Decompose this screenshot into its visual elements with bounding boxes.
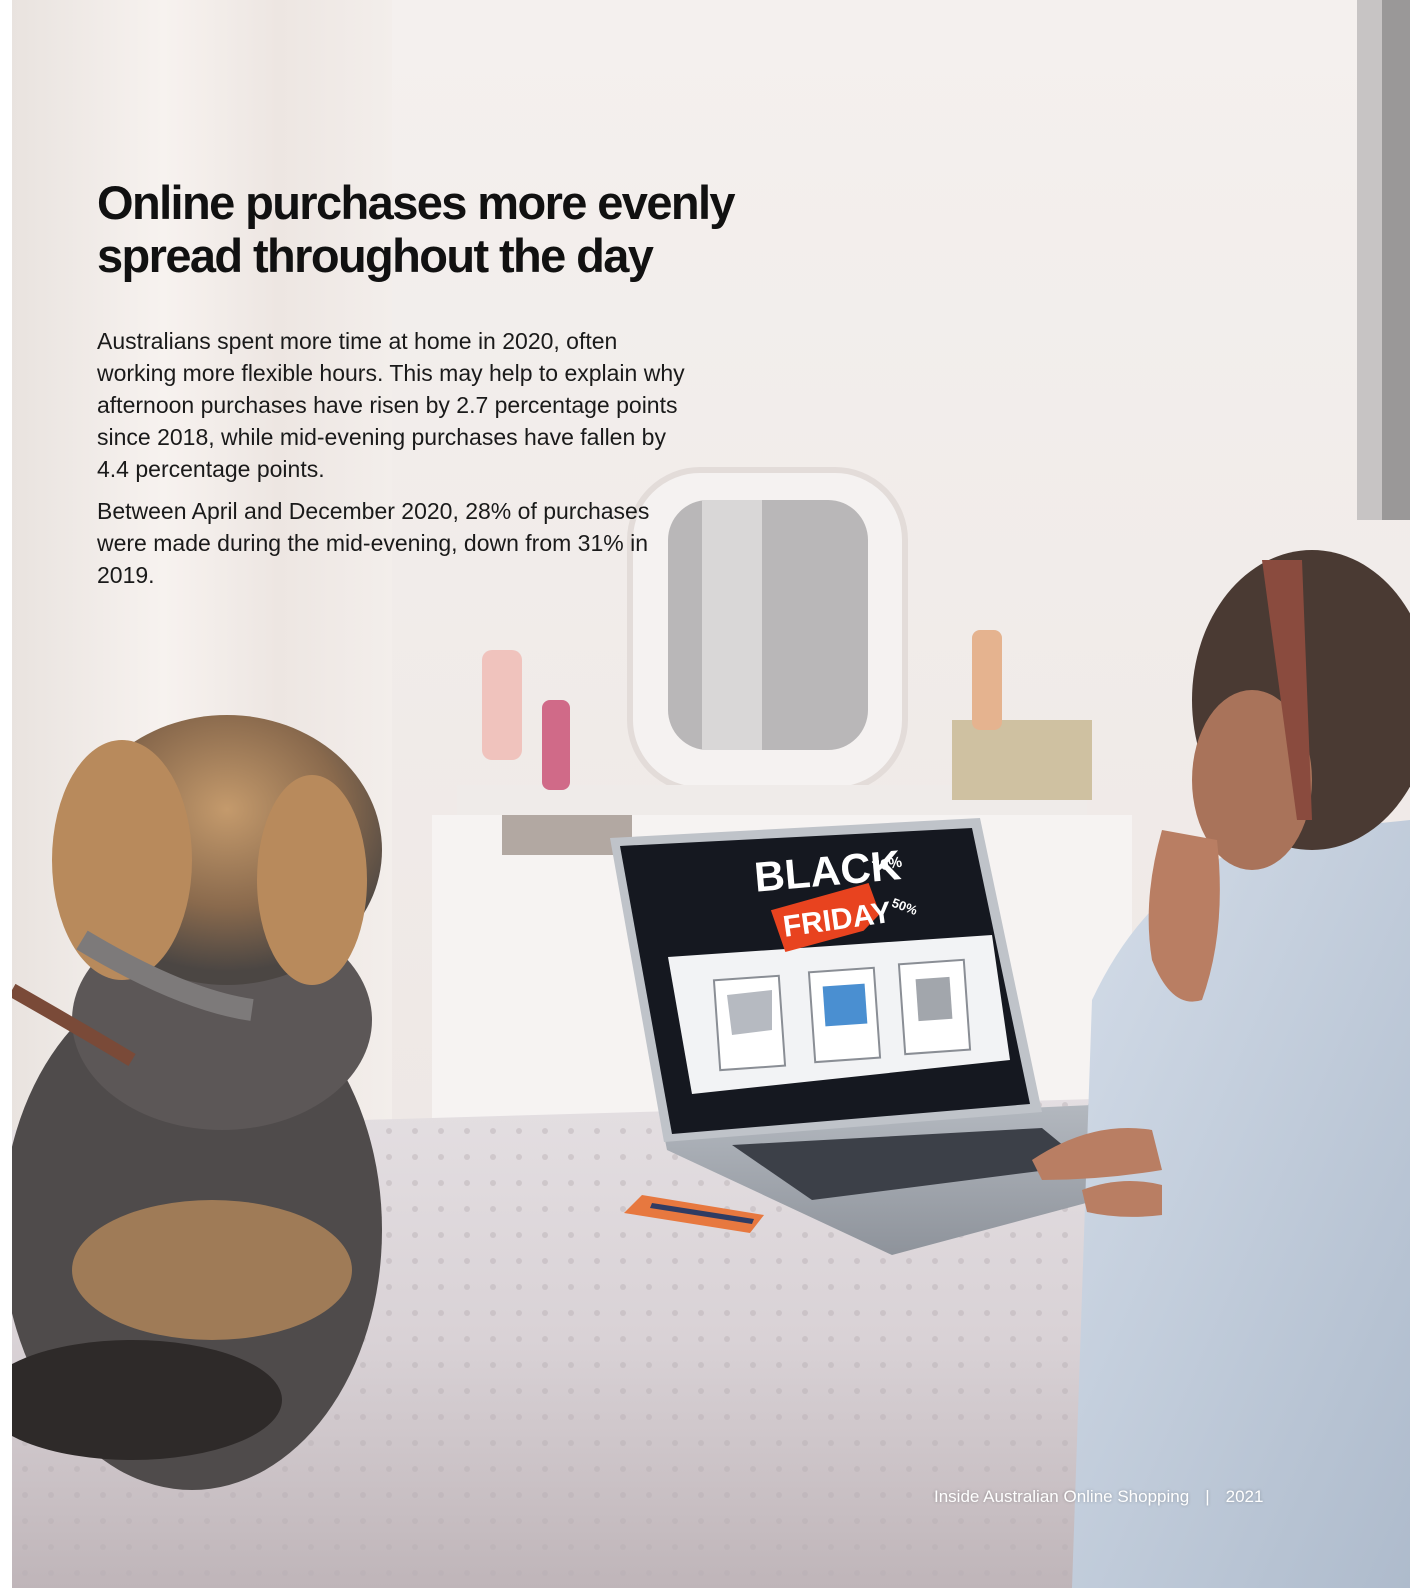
page-title: Online purchases more evenly spread thro…	[97, 176, 736, 282]
body-paragraph-2: Between April and December 2020, 28% of …	[97, 498, 650, 588]
left-page-margin	[0, 0, 12, 1588]
right-page-margin	[1410, 0, 1428, 1588]
footer-year: 2021	[1225, 1487, 1264, 1506]
footer-publication: Inside Australian Online Shopping	[934, 1487, 1190, 1506]
footer-separator: |	[1205, 1487, 1210, 1506]
page: BLACK FRIDAY 70% 50% Online purchases mo…	[12, 0, 1410, 1588]
body-paragraph-1: Australians spent more time at home in 2…	[97, 328, 685, 482]
page-footer: Inside Australian Online Shopping | 2021	[934, 1484, 1263, 1510]
article-body: Australians spent more time at home in 2…	[97, 325, 697, 601]
